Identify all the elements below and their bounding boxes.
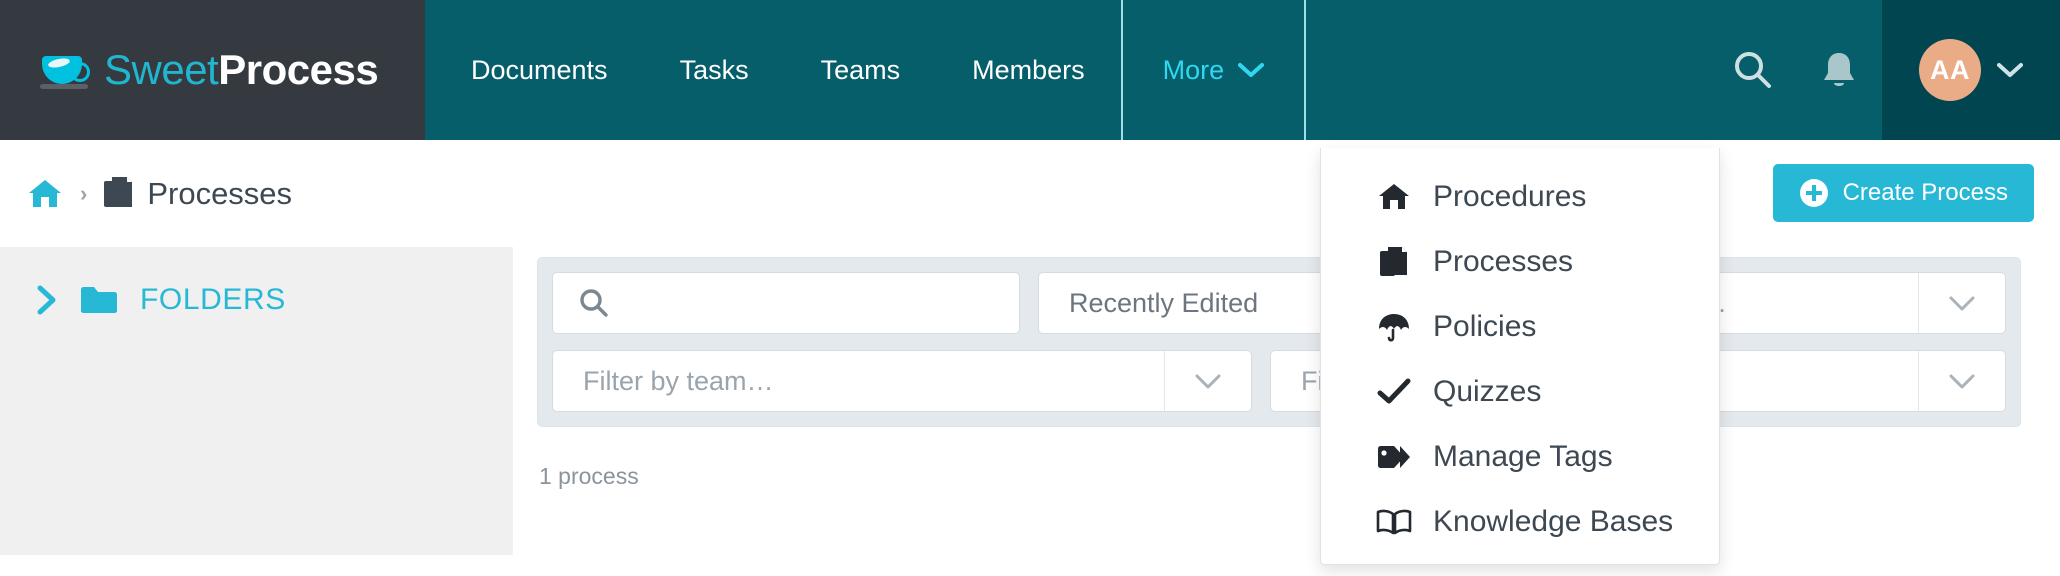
chevron-down-icon <box>1997 62 2023 78</box>
avatar: AA <box>1919 39 1981 101</box>
nav-item-teams[interactable]: Teams <box>785 0 937 140</box>
menu-item-label: Policies <box>1433 309 1537 343</box>
chevron-down-icon[interactable] <box>1918 273 2005 333</box>
team-filter-select[interactable]: Filter by team… <box>552 350 1252 412</box>
nav-item-label: More <box>1162 54 1225 85</box>
nav-item-label: Members <box>972 54 1085 85</box>
nav-item-label: Tasks <box>679 54 749 85</box>
main-content: Recently Edited Filter by tag… Filter by… <box>513 247 2060 576</box>
brand-logo[interactable]: SweetProcess <box>0 0 425 140</box>
search-input[interactable] <box>552 272 1020 334</box>
nav-item-label: Documents <box>471 54 608 85</box>
bell-icon <box>1820 49 1858 91</box>
sidebar: FOLDERS <box>0 247 513 555</box>
breadcrumb: › Processes <box>26 140 292 247</box>
copy-documents-icon <box>103 176 133 212</box>
nav-right-actions: AA <box>1710 0 2060 140</box>
menu-item-label: Quizzes <box>1433 374 1542 408</box>
copy-documents-icon <box>1375 245 1413 279</box>
results-count: 1 process <box>539 463 639 489</box>
home-icon <box>26 177 64 211</box>
filters-panel: Recently Edited Filter by tag… Filter by… <box>537 257 2021 427</box>
page-title: Processes <box>147 175 293 211</box>
menu-item-quizzes[interactable]: Quizzes <box>1321 359 1719 424</box>
sort-select-value: Recently Edited <box>1069 287 1259 318</box>
menu-item-manage-tags[interactable]: Manage Tags <box>1321 424 1719 489</box>
breadcrumb-home-link[interactable] <box>26 177 64 211</box>
nav-item-tasks[interactable]: Tasks <box>644 0 785 140</box>
plus-circle-icon <box>1799 178 1829 208</box>
menu-item-label: Manage Tags <box>1433 439 1613 473</box>
sidebar-item-folders[interactable]: FOLDERS <box>0 247 513 317</box>
nav-item-label: Teams <box>820 54 901 85</box>
user-menu-button[interactable]: AA <box>1882 0 2060 140</box>
more-dropdown-menu: Procedures Processes Policies Quizzes Ma… <box>1320 148 1720 565</box>
menu-item-procedures[interactable]: Procedures <box>1321 164 1719 229</box>
top-navigation-bar: SweetProcess Documents Tasks Teams Membe… <box>0 0 2060 140</box>
menu-item-label: Processes <box>1433 244 1574 278</box>
breadcrumb-separator: › <box>80 180 88 206</box>
menu-item-knowledge-bases[interactable]: Knowledge Bases <box>1321 489 1719 554</box>
app-root: SweetProcess Documents Tasks Teams Membe… <box>0 0 2060 576</box>
menu-item-label: Procedures <box>1433 179 1587 213</box>
chevron-down-icon[interactable] <box>1918 351 2005 411</box>
coffee-cup-icon <box>38 48 94 92</box>
notifications-button[interactable] <box>1796 0 1882 140</box>
search-icon <box>1732 49 1774 91</box>
brand-name-bold: Process <box>218 46 379 93</box>
sidebar-folders-label: FOLDERS <box>140 283 286 316</box>
filters-row-1: Recently Edited Filter by tag… <box>552 272 2006 334</box>
folder-icon <box>80 285 118 315</box>
home-icon <box>1375 182 1413 212</box>
menu-item-label: Knowledge Bases <box>1433 504 1674 538</box>
menu-item-policies[interactable]: Policies <box>1321 294 1719 359</box>
search-icon <box>579 288 609 318</box>
chevron-down-icon <box>1238 62 1265 78</box>
tag-icon <box>1375 443 1413 471</box>
chevron-right-icon[interactable] <box>36 285 58 315</box>
breadcrumb-current: Processes <box>103 176 292 212</box>
create-process-label: Create Process <box>1842 179 2008 206</box>
umbrella-icon <box>1375 311 1413 343</box>
nav-item-documents[interactable]: Documents <box>425 0 644 140</box>
chevron-down-icon[interactable] <box>1164 351 1251 411</box>
nav-item-more[interactable]: More <box>1120 0 1307 140</box>
nav-items: Documents Tasks Teams Members More <box>425 0 1307 140</box>
check-icon <box>1375 378 1413 406</box>
menu-item-processes[interactable]: Processes <box>1321 229 1719 294</box>
nav-item-members[interactable]: Members <box>936 0 1121 140</box>
brand-name-light: Sweet <box>104 46 219 93</box>
team-filter-placeholder: Filter by team… <box>583 365 774 396</box>
search-button[interactable] <box>1710 0 1796 140</box>
create-process-button[interactable]: Create Process <box>1772 164 2034 222</box>
brand-wordmark: SweetProcess <box>104 46 379 94</box>
open-book-icon <box>1375 508 1413 536</box>
breadcrumb-bar: › Processes Create Process <box>0 140 2060 247</box>
filters-row-2: Filter by team… Filter by status… <box>552 350 2006 412</box>
